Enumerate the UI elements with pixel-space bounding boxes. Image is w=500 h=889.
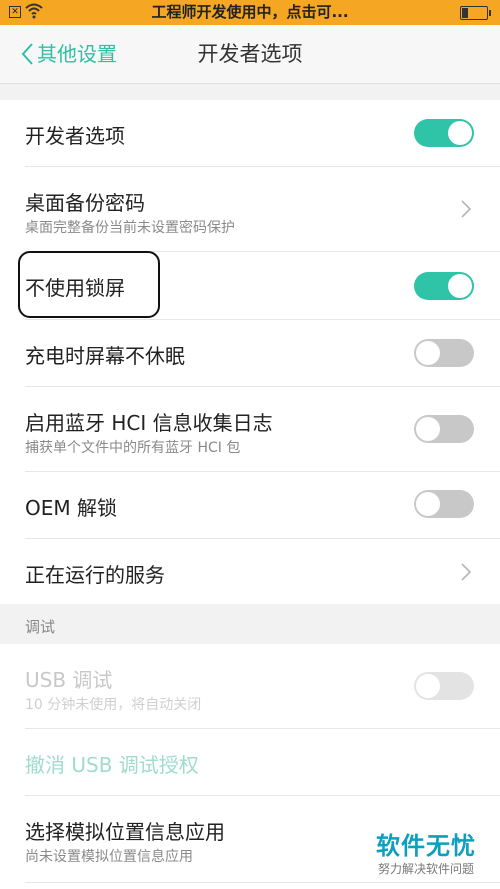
stay-awake-toggle[interactable] xyxy=(414,339,474,367)
row-title: 撤消 USB 调试授权 xyxy=(25,753,199,777)
row-running-services[interactable]: 正在运行的服务 xyxy=(0,539,500,604)
watermark-subtitle: 努力解决软件问题 xyxy=(378,862,475,876)
usb-debugging-toggle[interactable] xyxy=(414,672,474,700)
watermark-logo: 软件无忧 努力解决软件问题 xyxy=(368,822,490,880)
chevron-right-icon xyxy=(461,563,472,581)
row-usb-debugging[interactable]: USB 调试 10 分钟未使用，将自动关闭 xyxy=(0,644,500,728)
row-disable-lockscreen[interactable]: 不使用锁屏 xyxy=(0,252,500,319)
row-oem-unlock[interactable]: OEM 解锁 xyxy=(0,472,500,538)
row-title: OEM 解锁 xyxy=(25,496,117,520)
chevron-right-icon xyxy=(461,200,472,218)
row-bluetooth-hci-log[interactable]: 启用蓝牙 HCI 信息收集日志 捕获单个文件中的所有蓝牙 HCI 包 xyxy=(0,387,500,471)
row-title: 桌面备份密码 xyxy=(25,191,145,215)
row-desktop-backup-password[interactable]: 桌面备份密码 桌面完整备份当前未设置密码保护 xyxy=(0,167,500,251)
row-title: 正在运行的服务 xyxy=(25,563,165,587)
title-bar: 其他设置 开发者选项 xyxy=(0,25,500,84)
status-bar[interactable]: ✕ 工程师开发使用中，点击可... xyxy=(0,0,500,25)
row-revoke-usb-authorizations[interactable]: 撤消 USB 调试授权 xyxy=(0,729,500,795)
row-subtitle: 桌面完整备份当前未设置密码保护 xyxy=(25,220,235,236)
row-developer-options[interactable]: 开发者选项 xyxy=(0,100,500,166)
battery-icon xyxy=(460,6,491,20)
row-title: 选择模拟位置信息应用 xyxy=(25,820,225,844)
row-title: 不使用锁屏 xyxy=(25,276,125,300)
engineer-mode-notice[interactable]: 工程师开发使用中，点击可... xyxy=(0,0,500,25)
row-subtitle: 10 分钟未使用，将自动关闭 xyxy=(25,697,202,713)
bluetooth-hci-log-toggle[interactable] xyxy=(414,415,474,443)
row-subtitle: 尚未设置模拟位置信息应用 xyxy=(25,849,193,865)
page-title: 开发者选项 xyxy=(197,42,303,66)
row-title: USB 调试 xyxy=(25,668,113,692)
row-stay-awake[interactable]: 充电时屏幕不休眠 xyxy=(0,320,500,386)
row-subtitle: 捕获单个文件中的所有蓝牙 HCI 包 xyxy=(25,440,241,456)
oem-unlock-toggle[interactable] xyxy=(414,490,474,518)
divider xyxy=(25,882,500,883)
developer-options-toggle[interactable] xyxy=(414,119,474,147)
section-header-debug: 调试 xyxy=(25,618,56,636)
row-title: 开发者选项 xyxy=(25,124,125,148)
row-title: 启用蓝牙 HCI 信息收集日志 xyxy=(25,411,273,435)
settings-card: 开发者选项 桌面备份密码 桌面完整备份当前未设置密码保护 不使用锁屏 充电时屏幕… xyxy=(0,100,500,604)
row-title: 充电时屏幕不休眠 xyxy=(25,344,185,368)
disable-lockscreen-toggle[interactable] xyxy=(414,272,474,300)
watermark-title: 软件无忧 xyxy=(376,832,476,860)
